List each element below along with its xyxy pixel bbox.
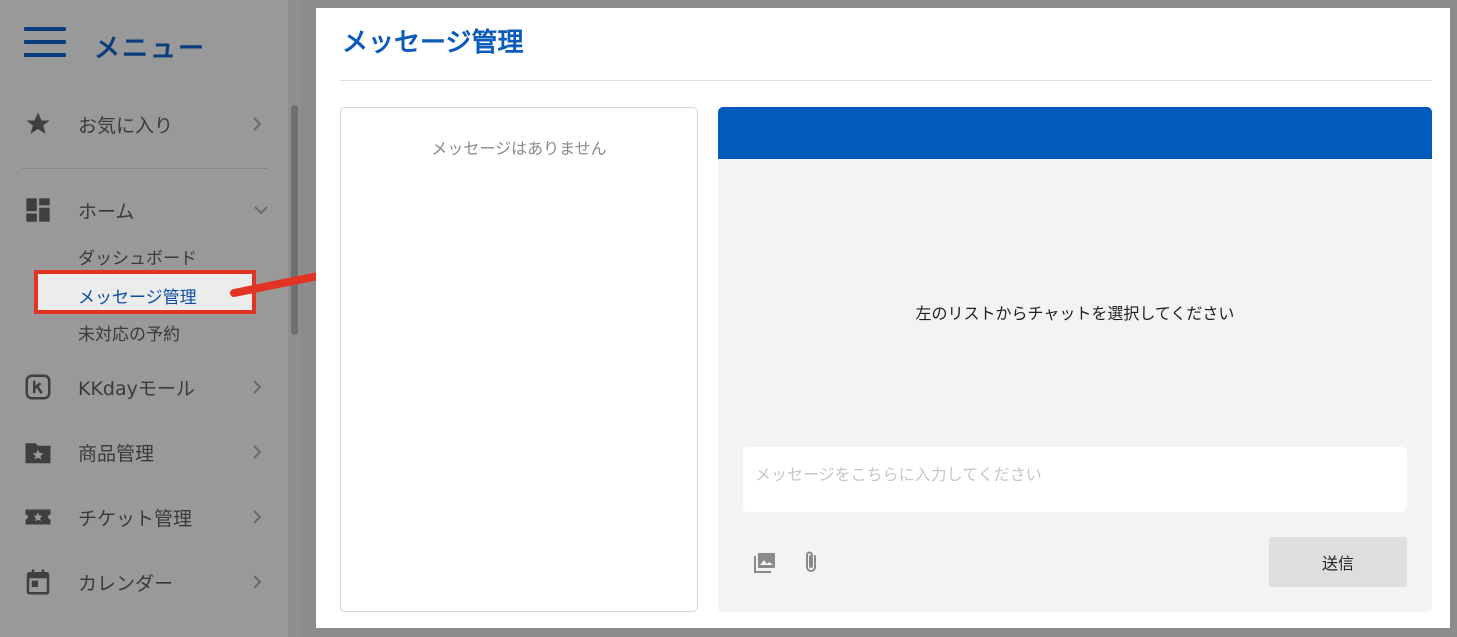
menu-title: メニュー xyxy=(94,34,207,64)
sidebar-item-label: KKdayモール xyxy=(78,377,195,400)
sidebar-item-label: 商品管理 xyxy=(78,442,155,465)
kkday-icon xyxy=(22,371,54,403)
sidebar-item-products[interactable]: 商品管理 xyxy=(22,435,272,469)
chevron-right-icon xyxy=(253,445,262,459)
sidebar-item-label: ホーム xyxy=(78,200,135,223)
chat-placeholder-text: 左のリストからチャットを選択してください xyxy=(915,304,1235,323)
chevron-down-icon xyxy=(254,206,268,215)
sidebar-subitem-label: メッセージ管理 xyxy=(78,288,197,308)
message-list[interactable]: メッセージはありません xyxy=(340,107,698,612)
chevron-right-icon xyxy=(253,575,262,589)
empty-state-text: メッセージはありません xyxy=(431,139,607,158)
chevron-right-icon xyxy=(253,117,262,131)
sidebar-item-label: お気に入り xyxy=(78,114,174,137)
sidebar-item-label: チケット管理 xyxy=(78,507,193,530)
sidebar-subitem-messages[interactable]: メッセージ管理 xyxy=(34,270,256,314)
message-input[interactable] xyxy=(743,447,1407,512)
image-upload-icon[interactable] xyxy=(752,549,778,575)
chat-header xyxy=(718,107,1432,159)
sidebar-item-calendar[interactable]: カレンダー xyxy=(22,565,272,599)
chat-panel: 左のリストからチャットを選択してください 送信 xyxy=(718,107,1432,612)
sidebar-item-tickets[interactable]: チケット管理 xyxy=(22,500,272,534)
title-divider xyxy=(340,80,1432,81)
sidebar-subitem-pending-bookings[interactable]: 未対応の予約 xyxy=(78,320,180,345)
sidebar-subitem-dashboard[interactable]: ダッシュボード xyxy=(78,244,197,269)
ticket-icon xyxy=(22,501,54,533)
folder-star-icon xyxy=(22,436,54,468)
sidebar-item-favorites[interactable]: お気に入り xyxy=(22,107,272,141)
sidebar-item-kkday-mall[interactable]: KKdayモール xyxy=(22,370,272,404)
message-management-panel: メッセージ管理 メッセージはありません 左のリストからチャットを選択してください… xyxy=(316,8,1450,628)
calendar-icon xyxy=(22,566,54,598)
page-title: メッセージ管理 xyxy=(342,28,524,58)
hamburger-icon xyxy=(24,27,66,57)
star-icon xyxy=(22,108,54,140)
dashboard-icon xyxy=(22,194,54,226)
menu-toggle-button[interactable] xyxy=(24,22,66,62)
sidebar-item-label: カレンダー xyxy=(78,572,174,595)
sidebar-divider xyxy=(22,168,268,169)
attachment-icon[interactable] xyxy=(798,549,824,575)
chevron-right-icon xyxy=(253,510,262,524)
chevron-right-icon xyxy=(253,380,262,394)
send-button[interactable]: 送信 xyxy=(1269,537,1407,587)
sidebar: メニュー お気に入り ホーム ダッシュボード メッセージ管理 未対応の予約 KK… xyxy=(0,0,300,637)
sidebar-item-home[interactable]: ホーム xyxy=(22,193,272,227)
